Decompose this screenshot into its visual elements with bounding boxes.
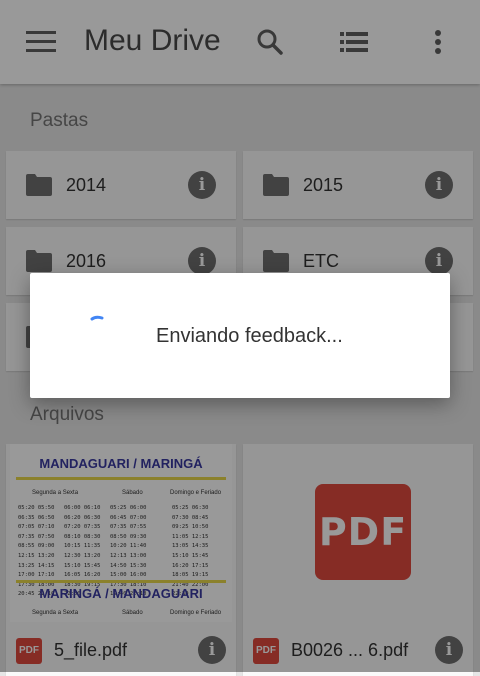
- dialog-message: Enviando feedback...: [156, 325, 343, 347]
- loading-spinner-icon: [90, 315, 104, 321]
- progress-dialog: Enviando feedback...: [30, 273, 450, 398]
